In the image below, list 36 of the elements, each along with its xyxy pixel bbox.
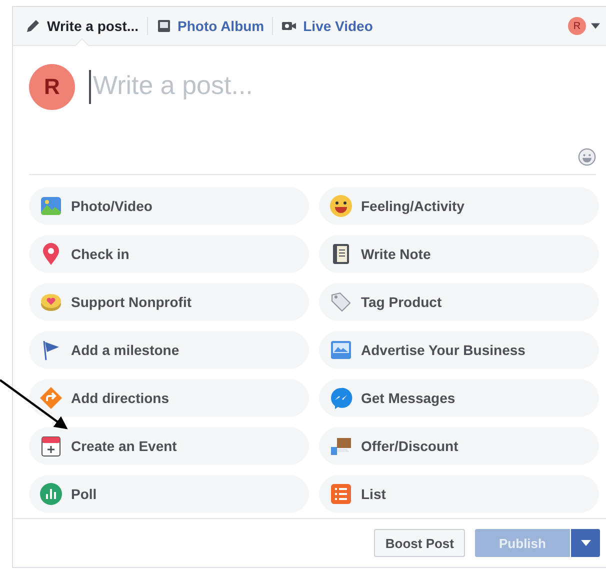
price-tag-icon [329,290,353,314]
caret-icon [591,23,600,29]
photo-album-icon [156,18,172,34]
avatar: R [29,64,75,110]
boost-post-button[interactable]: Boost Post [374,529,465,557]
post-option[interactable]: Check in [29,235,309,273]
post-option[interactable]: List [319,475,599,513]
calendar-plus-icon [39,434,63,458]
direction-sign-icon [39,386,63,410]
post-option[interactable]: Photo/Video [29,187,309,225]
monitor-icon [329,338,353,362]
account-switcher[interactable]: R [568,17,600,35]
smiley-icon[interactable] [578,148,596,166]
chat-bubble-icon [329,386,353,410]
smiley-icon [329,194,353,218]
post-option[interactable]: Feeling/Activity [319,187,599,225]
composer-tab[interactable]: Photo Album [154,7,266,45]
list-icon [329,482,353,506]
caret-icon [580,540,590,546]
post-option[interactable]: Add a milestone [29,331,309,369]
post-option[interactable]: Offer/Discount [319,427,599,465]
post-option[interactable]: Support Nonprofit [29,283,309,321]
photo-icon [39,194,63,218]
post-option[interactable]: Tag Product [319,283,599,321]
post-option[interactable]: Get Messages [319,379,599,417]
pencil-icon [25,18,41,34]
post-option[interactable]: Advertise Your Business [319,331,599,369]
post-option[interactable]: Add directions [29,379,309,417]
post-text-field[interactable]: Write a post... [89,70,493,104]
post-option[interactable]: Poll [29,475,309,513]
publish-options-button[interactable] [570,529,600,557]
bar-chart-icon [39,482,63,506]
post-option[interactable]: Create an Event [29,427,309,465]
avatar: R [568,17,586,35]
composer-tab[interactable]: Live Video [279,7,375,45]
post-option[interactable]: Write Note [319,235,599,273]
